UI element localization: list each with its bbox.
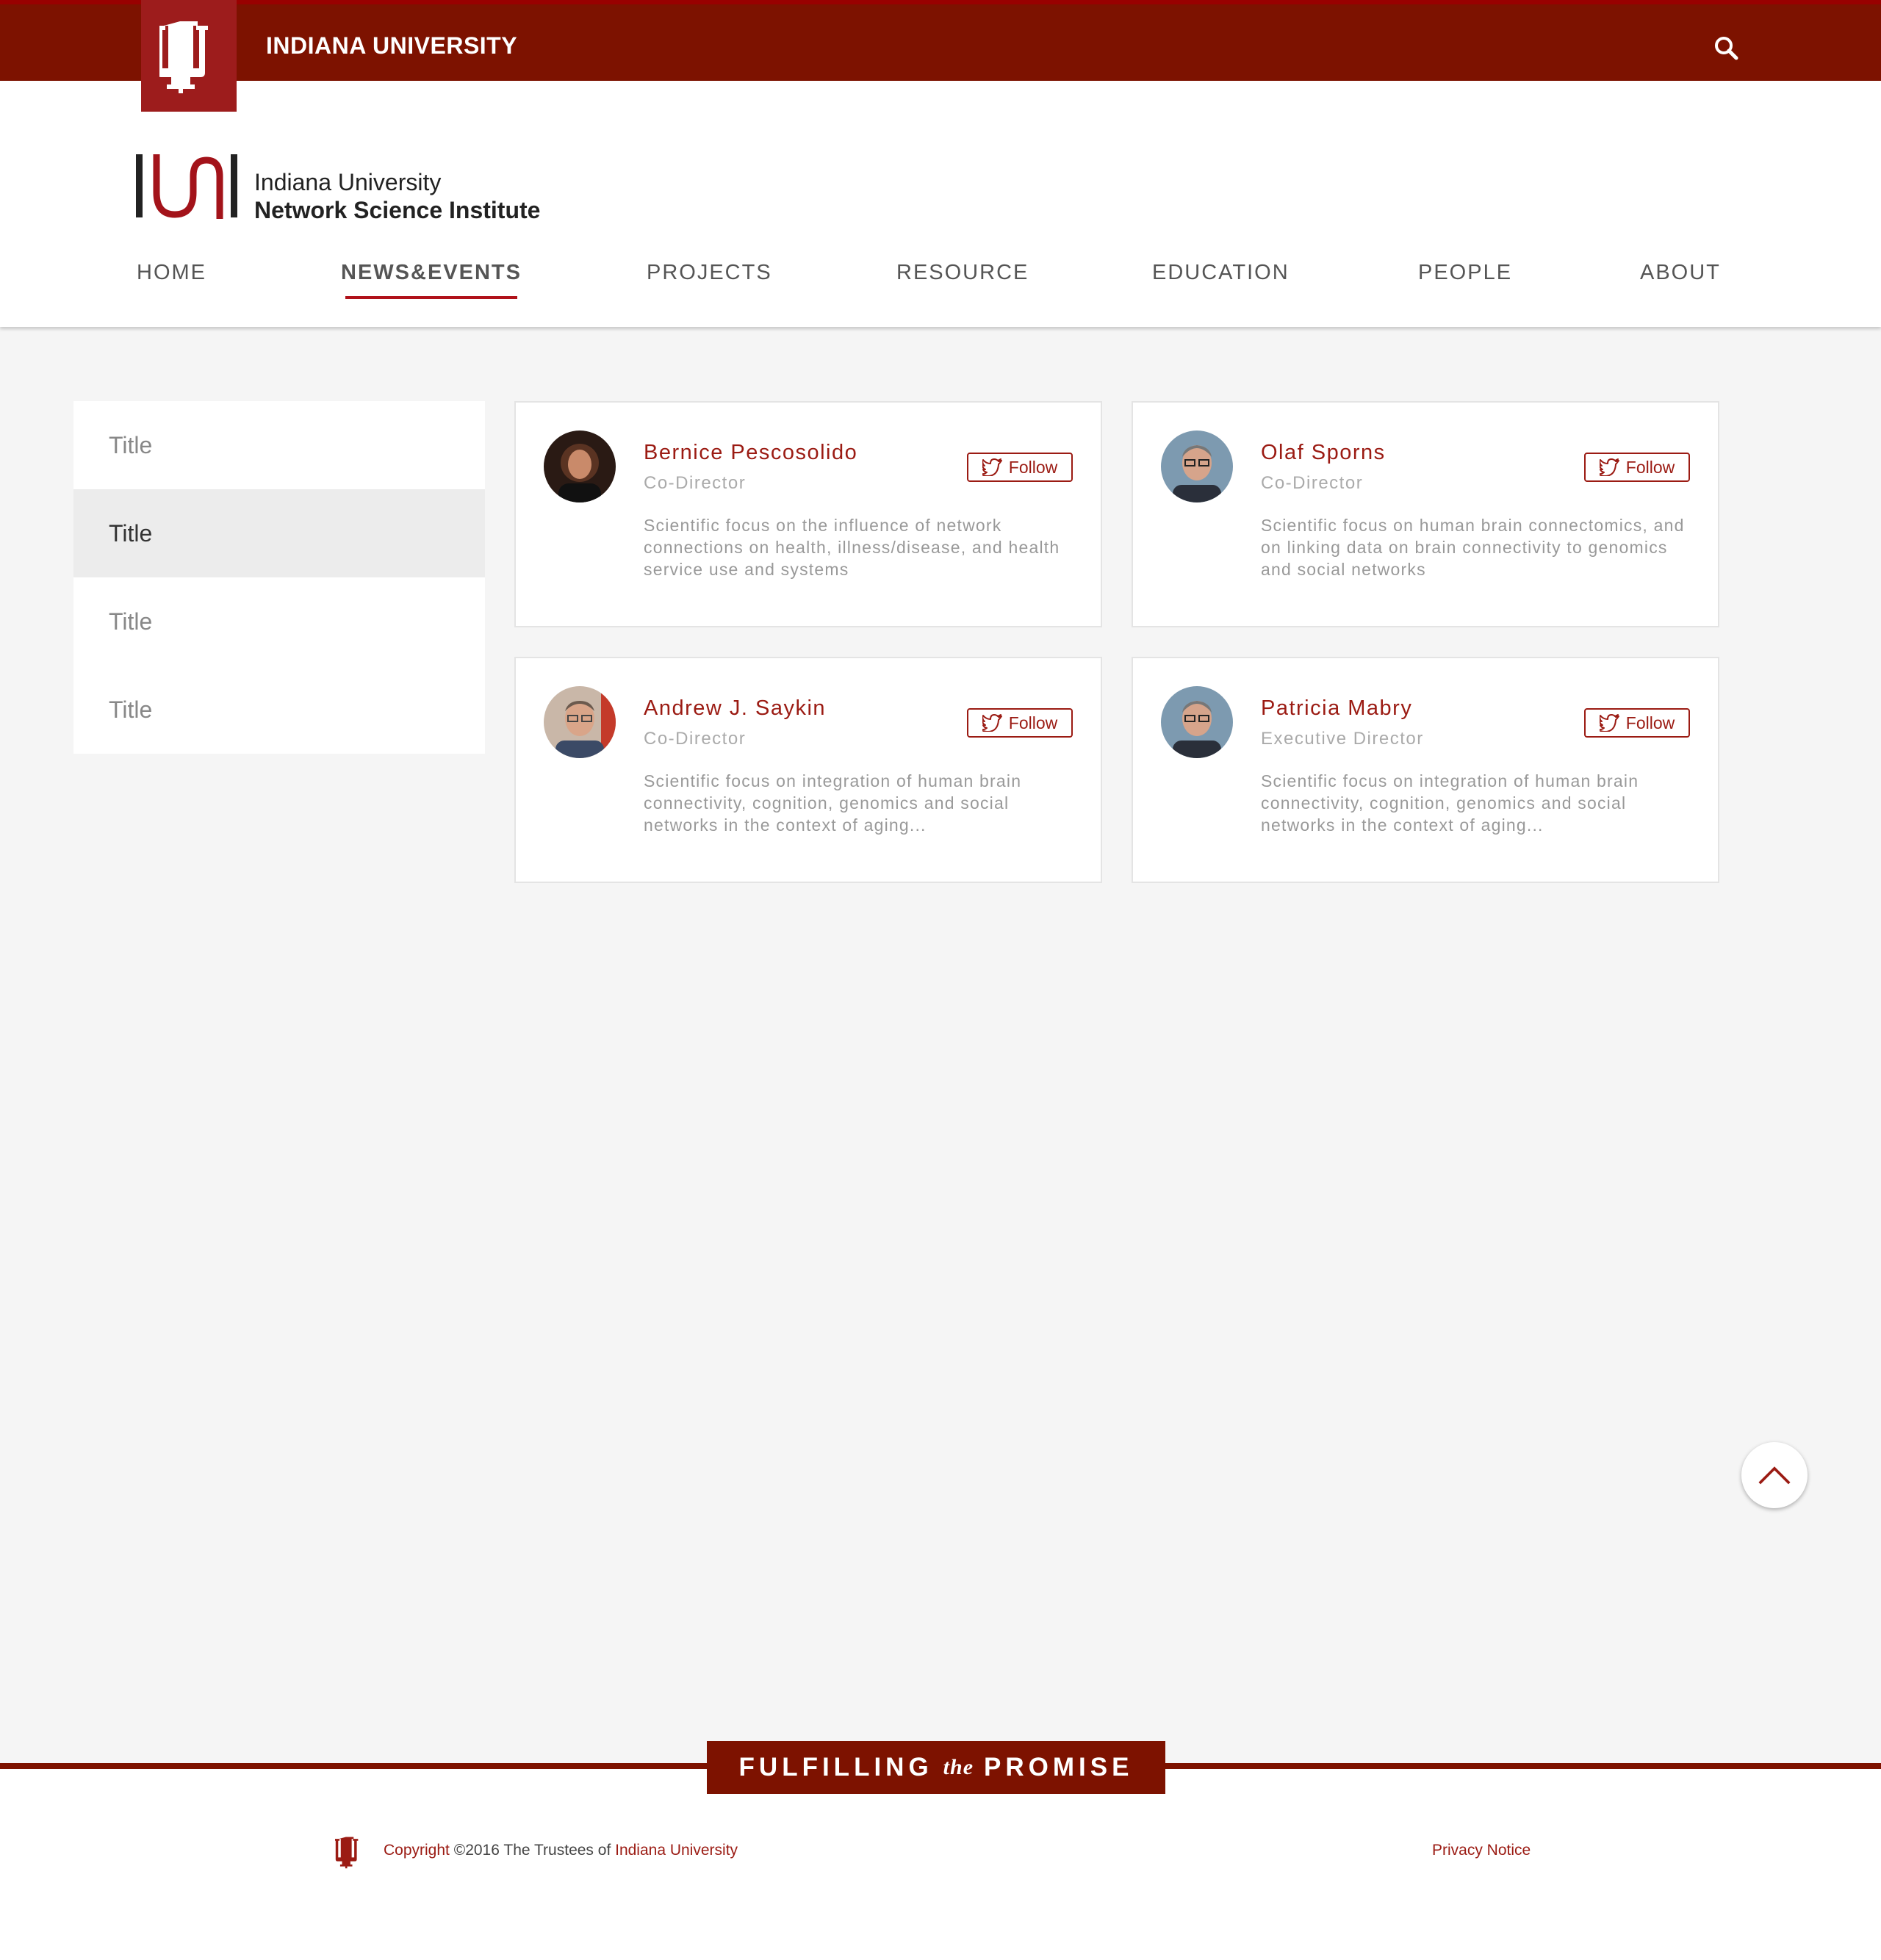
logo-line-1: Indiana University xyxy=(254,169,442,195)
twitter-icon xyxy=(982,458,1002,476)
nav-people[interactable]: PEOPLE xyxy=(1418,261,1512,285)
avatar xyxy=(544,430,616,502)
copyright-link[interactable]: Copyright xyxy=(384,1842,450,1859)
person-card: Olaf Sporns Co-Director Scientific focus… xyxy=(1132,401,1719,627)
main-nav: HOME NEWS&EVENTS PROJECTS RESOURCE EDUCA… xyxy=(0,261,1881,305)
active-nav-underline xyxy=(345,296,517,299)
iu-trident-footer-icon[interactable] xyxy=(335,1834,364,1870)
person-card: Patricia Mabry Executive Director Scient… xyxy=(1132,657,1719,883)
nav-home[interactable]: HOME xyxy=(137,261,206,285)
university-name[interactable]: INDIANA UNIVERSITY xyxy=(266,32,517,60)
person-name[interactable]: Patricia Mabry xyxy=(1261,696,1412,721)
person-name[interactable]: Olaf Sporns xyxy=(1261,441,1386,465)
sidebar-item[interactable]: Title xyxy=(73,401,485,489)
copyright-mid: ©2016 The Trustees of xyxy=(449,1842,616,1859)
person-description: Scientific focus on integration of human… xyxy=(1261,771,1639,835)
person-role: Co-Director xyxy=(644,729,747,749)
copyright-text: Copyright ©2016 The Trustees of Indiana … xyxy=(384,1842,738,1859)
twitter-follow-button[interactable]: Follow xyxy=(967,708,1073,738)
footer xyxy=(0,1769,1881,1960)
nav-projects[interactable]: PROJECTS xyxy=(647,261,772,285)
avatar xyxy=(1161,686,1233,758)
sidebar-item[interactable]: Title xyxy=(73,666,485,754)
twitter-follow-button[interactable]: Follow xyxy=(1584,453,1690,482)
privacy-notice-link[interactable]: Privacy Notice xyxy=(1432,1842,1531,1859)
twitter-icon xyxy=(982,714,1002,732)
follow-label: Follow xyxy=(1008,713,1058,732)
back-to-top-button[interactable] xyxy=(1741,1442,1808,1508)
person-role: Co-Director xyxy=(644,473,747,493)
nav-news-events-label: NEWS&EVENTS xyxy=(341,261,522,284)
person-role: Co-Director xyxy=(1261,473,1364,493)
person-description: Scientific focus on the influence of net… xyxy=(644,516,1060,579)
sidebar: Title Title Title Title xyxy=(73,401,485,754)
person-description: Scientific focus on human brain connecto… xyxy=(1261,516,1685,579)
person-name[interactable]: Andrew J. Saykin xyxy=(644,696,826,721)
person-name[interactable]: Bernice Pescosolido xyxy=(644,441,857,465)
promise-right: PROMISE xyxy=(984,1753,1134,1781)
chevron-up-icon xyxy=(1758,1466,1791,1485)
twitter-follow-button[interactable]: Follow xyxy=(1584,708,1690,738)
twitter-follow-button[interactable]: Follow xyxy=(967,453,1073,482)
person-card: Andrew J. Saykin Co-Director Scientific … xyxy=(514,657,1102,883)
iu-trident-icon[interactable] xyxy=(141,0,237,112)
search-icon[interactable] xyxy=(1712,34,1741,63)
person-role: Executive Director xyxy=(1261,729,1424,749)
sidebar-item[interactable]: Title xyxy=(73,577,485,666)
person-description: Scientific focus on integration of human… xyxy=(644,771,1022,835)
avatar xyxy=(1161,430,1233,502)
nav-education[interactable]: EDUCATION xyxy=(1152,261,1290,285)
follow-label: Follow xyxy=(1625,713,1675,732)
top-bar: INDIANA UNIVERSITY xyxy=(0,0,1881,81)
nav-news-events[interactable]: NEWS&EVENTS xyxy=(341,261,522,299)
twitter-icon xyxy=(1599,714,1619,732)
iu-link[interactable]: Indiana University xyxy=(615,1842,738,1859)
logo-line-2: Network Science Institute xyxy=(254,197,541,223)
avatar xyxy=(544,686,616,758)
fulfilling-the-promise-banner: FULFILLING the PROMISE xyxy=(707,1741,1165,1794)
follow-label: Follow xyxy=(1625,457,1675,477)
promise-left: FULFILLING xyxy=(738,1753,933,1781)
nav-about[interactable]: ABOUT xyxy=(1640,261,1721,285)
nav-resource[interactable]: RESOURCE xyxy=(896,261,1029,285)
iuni-logo-icon[interactable] xyxy=(136,154,237,219)
site-header: Indiana University Network Science Insti… xyxy=(0,81,1881,327)
person-card: Bernice Pescosolido Co-Director Scientif… xyxy=(514,401,1102,627)
follow-label: Follow xyxy=(1008,457,1058,477)
sidebar-item-active[interactable]: Title xyxy=(73,489,485,577)
twitter-icon xyxy=(1599,458,1619,476)
promise-the: the xyxy=(943,1755,974,1779)
